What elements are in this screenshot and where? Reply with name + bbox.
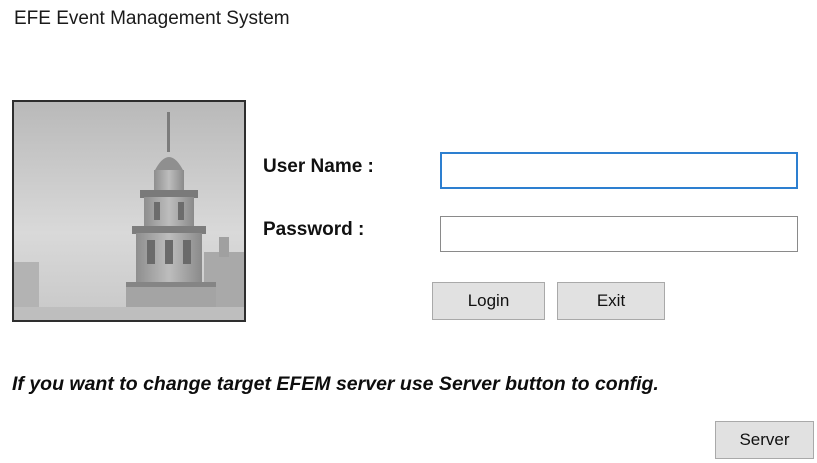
username-label: User Name : xyxy=(263,156,374,177)
password-input[interactable] xyxy=(440,216,798,252)
exit-button[interactable]: Exit xyxy=(557,282,665,320)
username-input[interactable] xyxy=(440,152,798,189)
password-label: Password : xyxy=(263,219,365,240)
app-title: EFE Event Management System xyxy=(14,8,290,29)
tower-photo xyxy=(12,100,246,322)
server-button[interactable]: Server xyxy=(715,421,814,459)
server-hint-text: If you want to change target EFEM server… xyxy=(12,373,659,395)
login-button[interactable]: Login xyxy=(432,282,545,320)
